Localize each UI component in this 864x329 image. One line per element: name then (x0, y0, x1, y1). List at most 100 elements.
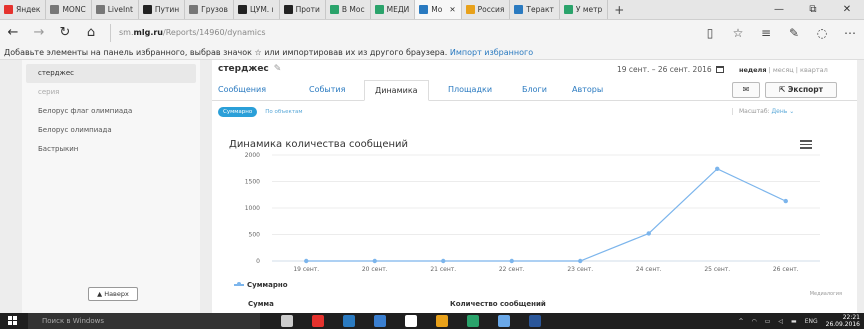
browser-tab[interactable]: Теракт (510, 0, 560, 19)
taskbar-apps (272, 313, 551, 329)
data-point[interactable] (646, 231, 651, 236)
data-point[interactable] (578, 258, 583, 264)
favorites-bar: Добавьте элементы на панель избранного, … (0, 45, 864, 60)
browser-tab[interactable]: Mo ✕ (415, 0, 462, 19)
browser-tab[interactable]: Путин (139, 0, 186, 19)
legend-marker (234, 282, 244, 286)
tab-favicon-icon (374, 5, 384, 14)
data-point[interactable] (783, 198, 788, 204)
browser-tab[interactable]: МЕДИ (371, 0, 416, 19)
windows-start-icon[interactable] (8, 316, 18, 326)
tab-label: Mo (431, 5, 443, 14)
y-tick-label: 2000 (245, 152, 260, 159)
tab-label: Проти (295, 5, 320, 14)
tab-favicon-icon (50, 5, 60, 14)
data-point[interactable] (372, 258, 377, 264)
keyboard-icon[interactable]: ▬ (791, 318, 797, 325)
clock[interactable]: 22:21 26.09.2016 (826, 314, 860, 328)
url-prefix: sm. (119, 27, 134, 37)
network-icon[interactable]: ◠ (751, 318, 756, 325)
data-point[interactable] (715, 166, 720, 171)
address-bar[interactable]: sm.mlg.ru/Reports/14960/dynamics (110, 23, 639, 42)
minimize-icon[interactable]: — (762, 0, 796, 19)
favorite-star-icon[interactable]: ☆ (724, 26, 752, 40)
battery-icon[interactable]: ▭ (765, 318, 771, 325)
x-tick-label: 23 сент. (567, 266, 593, 273)
windows-search-box[interactable]: Поиск в Windows (28, 313, 260, 329)
forward-icon[interactable]: → (26, 25, 52, 40)
reading-view-icon[interactable]: ▯ (696, 26, 724, 40)
taskbar-app-icon[interactable] (272, 313, 303, 329)
note-icon[interactable]: ✎ (780, 26, 808, 40)
refresh-icon[interactable]: ↻ (52, 25, 78, 40)
taskbar-app-icon[interactable] (365, 313, 396, 329)
taskbar-app-icon[interactable] (458, 313, 489, 329)
back-icon[interactable]: ← (0, 25, 26, 40)
tab-favicon-icon (283, 5, 293, 14)
taskbar-app-icon[interactable] (396, 313, 427, 329)
taskbar-app-icon[interactable] (427, 313, 458, 329)
tray-chevron-icon[interactable]: ^ (738, 318, 743, 325)
close-icon[interactable]: ✕ (830, 0, 864, 19)
table-header-sum: Сумма (248, 300, 274, 308)
home-icon[interactable]: ⌂ (78, 25, 104, 40)
x-tick-label: 24 сент. (636, 266, 662, 273)
taskbar-app-icon[interactable] (520, 313, 551, 329)
browser-tab[interactable]: LiveInt (92, 0, 139, 19)
tab-label: LiveInt (107, 5, 133, 14)
tab-label: В Мос (341, 5, 365, 14)
language-indicator[interactable]: ENG (805, 318, 818, 325)
tab-favicon-icon (142, 5, 152, 14)
x-tick-label: 19 сент. (293, 266, 319, 273)
y-tick-label: 0 (256, 258, 260, 265)
tab-label: MONC (62, 5, 86, 14)
x-tick-label: 21 сент. (430, 266, 456, 273)
close-tab-icon[interactable]: ✕ (449, 5, 455, 14)
series-line (306, 168, 787, 262)
restore-icon[interactable]: ⧉ (796, 0, 830, 19)
x-tick-label: 20 сент. (362, 266, 388, 273)
taskbar-app-icon[interactable] (489, 313, 520, 329)
new-tab-button[interactable]: + (608, 3, 630, 17)
tab-label: ЦУМ. ı (249, 5, 274, 14)
browser-tab-bar: Яндек MONC LiveInt Путин Грузов ЦУМ. ı Проти В … (0, 0, 864, 20)
navigation-bar: ← → ↻ ⌂ sm.mlg.ru/Reports/14960/dynamics… (0, 20, 864, 45)
taskbar-app-icon[interactable] (303, 313, 334, 329)
data-point[interactable] (441, 258, 446, 264)
browser-tab[interactable]: MONC (46, 0, 92, 19)
browser-tab[interactable]: У метр (560, 0, 609, 19)
taskbar-app-icon[interactable] (334, 313, 365, 329)
browser-tab[interactable]: Россия (462, 0, 511, 19)
table-header-count: Количество сообщений (450, 300, 546, 308)
tab-label: МЕДИ (386, 5, 410, 14)
browser-tab[interactable]: ЦУМ. ı (234, 0, 280, 19)
import-favorites-link[interactable]: Импорт избранного (450, 48, 533, 57)
tab-favicon-icon (419, 5, 429, 14)
x-tick-label: 22 сент. (499, 266, 525, 273)
y-tick-label: 1000 (245, 205, 260, 212)
more-icon[interactable]: ⋯ (836, 26, 864, 40)
tab-label: У метр (575, 5, 603, 14)
x-tick-label: 26 сент. (773, 266, 799, 273)
data-point[interactable] (304, 258, 309, 264)
tab-favicon-icon (329, 5, 339, 14)
legend-label: Суммарно (247, 281, 288, 289)
browser-tab[interactable]: Яндек (0, 0, 47, 19)
clock-time: 22:21 (842, 314, 860, 321)
tab-favicon-icon (189, 5, 199, 14)
chart-credit: Медиалогия (809, 291, 842, 297)
share-icon[interactable]: ◌ (808, 26, 836, 40)
browser-tab[interactable]: Проти (280, 0, 326, 19)
volume-icon[interactable]: ◁ (778, 318, 783, 325)
url-domain: mlg.ru (133, 27, 163, 37)
tab-favicon-icon (95, 5, 105, 14)
hub-icon[interactable]: ≡ (752, 26, 780, 40)
browser-tab[interactable]: Грузов (185, 0, 234, 19)
data-point[interactable] (509, 258, 514, 264)
chart-legend[interactable]: Суммарно (234, 281, 288, 289)
tab-label: Путин (154, 5, 180, 14)
browser-tab[interactable]: В Мос (326, 0, 371, 19)
tab-favicon-icon (465, 5, 475, 14)
url-path: /Reports/14960/dynamics (163, 27, 266, 37)
favorites-hint: Добавьте элементы на панель избранного, … (4, 48, 450, 57)
